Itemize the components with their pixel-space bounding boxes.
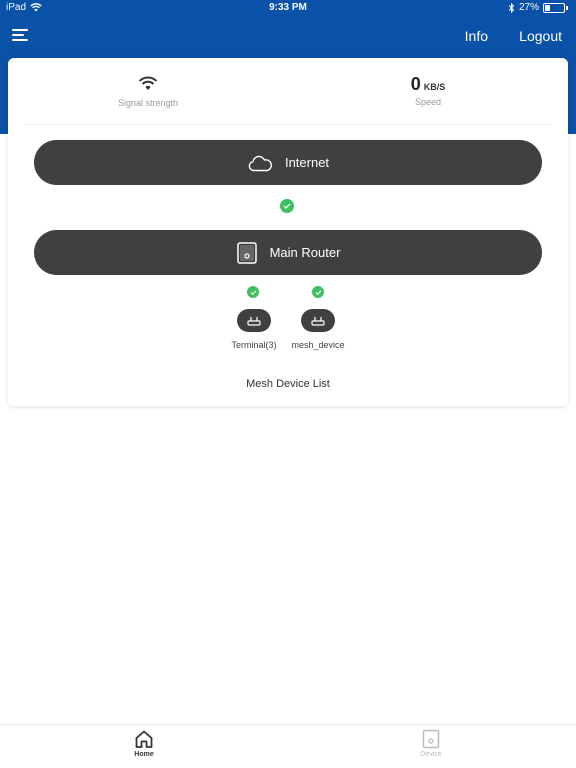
main-router-button[interactable]: Main Router [34, 230, 542, 275]
terminal-node-button[interactable] [237, 309, 271, 332]
internet-connected-check-icon [280, 199, 294, 213]
router-label: Main Router [269, 245, 341, 260]
signal-stat: Signal strength [88, 76, 208, 108]
status-bar: iPad 9:33 PM 27% [0, 0, 576, 16]
battery-fill [545, 4, 550, 11]
status-right: 27% [508, 2, 568, 13]
terminal-connected-check-icon [247, 286, 259, 298]
tab-device-label: Device [420, 751, 442, 758]
router-icon [236, 241, 257, 264]
status-time: 9:33 PM [269, 2, 307, 13]
terminal-router-icon [247, 316, 261, 326]
signal-label: Signal strength [117, 98, 179, 108]
mesh-router-icon [311, 316, 325, 326]
logout-button[interactable]: Logout [519, 28, 562, 44]
mesh-node-button[interactable] [301, 309, 335, 332]
mesh-device-label: mesh_device [291, 340, 345, 350]
tab-home-label: Home [134, 751, 154, 758]
tab-home[interactable]: Home [114, 729, 174, 758]
speed-stat: 0 KB/S Speed [368, 74, 488, 107]
divider [24, 124, 552, 125]
speed-label: Speed [414, 97, 442, 107]
home-icon [135, 730, 153, 748]
internet-button[interactable]: Internet [34, 140, 542, 185]
wifi-signal-icon [138, 76, 158, 90]
battery-icon [543, 2, 565, 13]
speed-value: 0 [410, 74, 421, 94]
battery-percent: 27% [518, 2, 539, 13]
menu-icon[interactable] [12, 26, 30, 44]
battery-nub [566, 5, 568, 10]
tab-device[interactable]: Device [401, 729, 461, 758]
network-card: Signal strength 0 KB/S Speed Internet Mai… [8, 58, 568, 406]
device-icon [422, 729, 440, 749]
internet-label: Internet [284, 155, 330, 170]
nav-bar: Info Logout [0, 18, 576, 56]
info-button[interactable]: Info [465, 28, 488, 44]
mesh-connected-check-icon [312, 286, 324, 298]
cloud-icon [248, 155, 272, 171]
speed-unit: KB/S [423, 82, 446, 92]
tab-bar: Home Device [0, 724, 576, 768]
bluetooth-icon [508, 2, 515, 13]
mesh-device-list-link[interactable]: Mesh Device List [8, 378, 568, 390]
